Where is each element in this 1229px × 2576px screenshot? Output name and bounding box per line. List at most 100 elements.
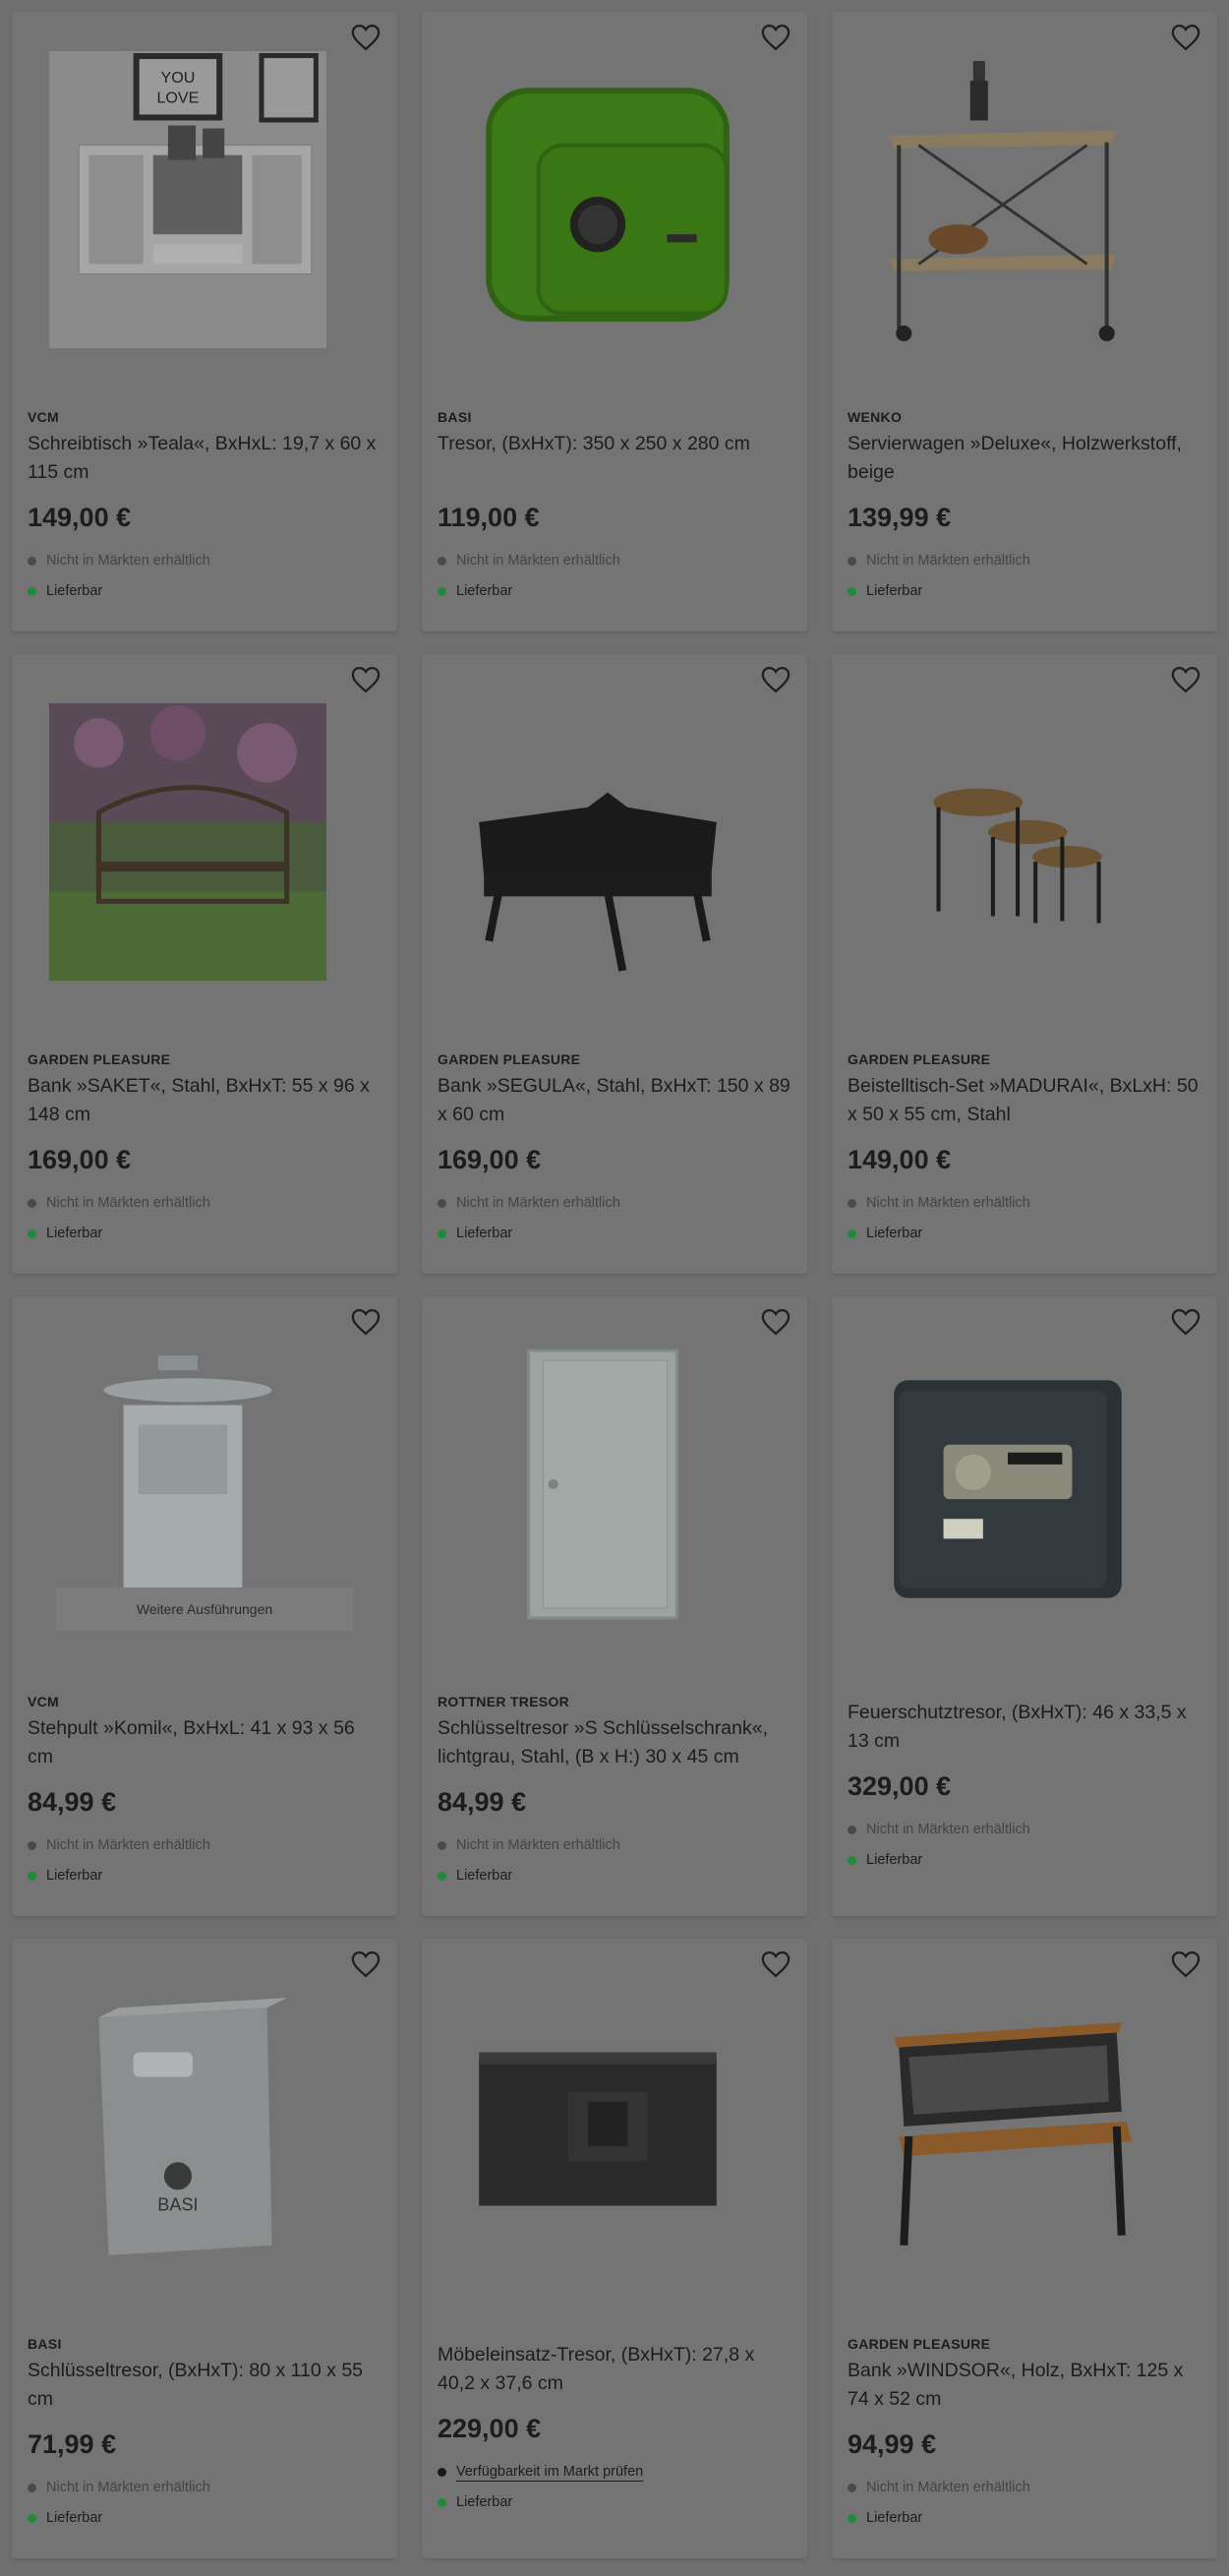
key-cabinet-image[interactable]	[449, 1336, 746, 1633]
product-price: 94,99 €	[848, 2429, 937, 2459]
availability-dot-icon	[848, 556, 856, 566]
availability-dot-icon	[438, 556, 446, 566]
availability-dot-icon	[28, 1840, 36, 1850]
product-title[interactable]: Schlüsseltresor, (BxHxT): 80 x 110 x 55 …	[28, 2357, 381, 2414]
product-title[interactable]: Möbeleinsatz-Tresor, (BxHxT): 27,8 x 40,…	[438, 2341, 791, 2398]
availability-dot-icon	[28, 2483, 36, 2492]
wishlist-heart-icon[interactable]	[1168, 662, 1203, 697]
wishlist-heart-icon[interactable]	[348, 1947, 383, 1982]
product-brand: GARDEN PLEASURE	[848, 2336, 991, 2352]
key-safe-image[interactable]: BASI	[39, 1978, 336, 2275]
delivery-text: Lieferbar	[46, 583, 103, 599]
product-card[interactable]: Weitere Ausführungen VCM Stehpult »Komil…	[12, 1296, 397, 1916]
product-title[interactable]: Schreibtisch »Teala«, BxHxL: 19,7 x 60 x…	[28, 430, 381, 487]
wishlist-heart-icon[interactable]	[348, 20, 383, 55]
product-title[interactable]: Bank »SAKET«, Stahl, BxHxT: 55 x 96 x 14…	[28, 1072, 381, 1129]
product-title[interactable]: Bank »SEGULA«, Stahl, BxHxT: 150 x 89 x …	[438, 1072, 791, 1129]
store-availability: Nicht in Märkten erhältlich	[848, 1193, 1201, 1213]
side-tables-image[interactable]	[859, 693, 1156, 990]
windsor-bench-image[interactable]	[859, 1978, 1156, 2275]
product-price: 84,99 €	[28, 1787, 117, 1817]
delivery-text: Lieferbar	[866, 1226, 923, 1241]
wishlist-heart-icon[interactable]	[758, 1304, 793, 1340]
product-card[interactable]: WENKO Servierwagen »Deluxe«, Holzwerksto…	[832, 12, 1217, 631]
wishlist-heart-icon[interactable]	[758, 20, 793, 55]
wishlist-heart-icon[interactable]	[758, 1947, 793, 1982]
delivery-dot-icon	[438, 1228, 446, 1238]
svg-text:BASI: BASI	[157, 2195, 198, 2215]
wishlist-heart-icon[interactable]	[1168, 20, 1203, 55]
garden-bench-photo[interactable]	[39, 693, 336, 990]
product-brand: GARDEN PLEASURE	[28, 1051, 171, 1067]
product-brand: WENKO	[848, 409, 903, 425]
green-safe-image[interactable]	[449, 51, 746, 348]
product-info: Feuerschutztresor, (BxHxT): 46 x 33,5 x …	[848, 1694, 1201, 1881]
product-card[interactable]: BASI BASI Schlüsseltresor, (BxHxT): 80 x…	[12, 1939, 397, 2558]
svg-text:LOVE: LOVE	[156, 89, 199, 106]
product-title[interactable]: Tresor, (BxHxT): 350 x 250 x 280 cm	[438, 430, 791, 487]
product-card[interactable]: GARDEN PLEASURE Bank »SEGULA«, Stahl, Bx…	[422, 654, 807, 1274]
wishlist-heart-icon[interactable]	[1168, 1947, 1203, 1982]
delivery-availability: Lieferbar	[28, 2508, 381, 2528]
product-title[interactable]: Bank »WINDSOR«, Holz, BxHxT: 125 x 74 x …	[848, 2357, 1201, 2414]
product-card[interactable]: GARDEN PLEASURE Beistelltisch-Set »MADUR…	[832, 654, 1217, 1274]
store-availability: Nicht in Märkten erhältlich	[28, 1193, 381, 1213]
store-availability-text: Nicht in Märkten erhältlich	[46, 2480, 210, 2495]
product-info: ROTTNER TRESOR Schlüsseltresor »S Schlüs…	[438, 1694, 791, 1896]
wall-desk-image[interactable]: YOU LOVE	[39, 51, 336, 348]
steel-bench-image[interactable]	[449, 693, 746, 990]
product-brand: GARDEN PLEASURE	[848, 1051, 991, 1067]
product-price: 229,00 €	[438, 2414, 542, 2443]
product-info: GARDEN PLEASURE Beistelltisch-Set »MADUR…	[848, 1051, 1201, 1254]
delivery-text: Lieferbar	[456, 583, 513, 599]
availability: Verfügbarkeit im Markt prüfen Lieferbar	[438, 2462, 791, 2512]
delivery-availability: Lieferbar	[28, 1224, 381, 1243]
more-variants-button[interactable]: Weitere Ausführungen	[56, 1588, 353, 1631]
serving-cart-image[interactable]	[859, 51, 1156, 348]
availability: Nicht in Märkten erhältlich Lieferbar	[438, 1835, 791, 1886]
availability: Nicht in Märkten erhältlich Lieferbar	[28, 551, 381, 601]
product-card[interactable]: YOU LOVE VCM Schreibtisch »Teala«, BxHxL…	[12, 12, 397, 631]
product-image	[894, 1380, 1122, 1598]
delivery-dot-icon	[848, 1228, 856, 1238]
delivery-availability: Lieferbar	[438, 2492, 791, 2512]
delivery-availability: Lieferbar	[28, 1866, 381, 1886]
availability: Nicht in Märkten erhältlich Lieferbar	[438, 1193, 791, 1243]
product-card[interactable]: BASI Tresor, (BxHxT): 350 x 250 x 280 cm…	[422, 12, 807, 631]
store-availability-text: Nicht in Märkten erhältlich	[46, 1837, 210, 1853]
product-price: 139,99 €	[848, 503, 952, 532]
fire-safe-image[interactable]	[859, 1336, 1156, 1633]
wishlist-heart-icon[interactable]	[758, 662, 793, 697]
product-card[interactable]: GARDEN PLEASURE Bank »WINDSOR«, Holz, Bx…	[832, 1939, 1217, 2558]
delivery-availability: Lieferbar	[438, 1866, 791, 1886]
product-price: 84,99 €	[438, 1787, 527, 1817]
delivery-dot-icon	[28, 2513, 36, 2523]
availability-dot-icon	[848, 2483, 856, 2492]
wishlist-heart-icon[interactable]	[1168, 1304, 1203, 1340]
delivery-availability: Lieferbar	[848, 1224, 1201, 1243]
product-card[interactable]: Möbeleinsatz-Tresor, (BxHxT): 27,8 x 40,…	[422, 1939, 807, 2558]
furniture-safe-image[interactable]	[449, 1978, 746, 2275]
product-title[interactable]: Servierwagen »Deluxe«, Holzwerkstoff, be…	[848, 430, 1201, 487]
product-card[interactable]: GARDEN PLEASURE Bank »SAKET«, Stahl, BxH…	[12, 654, 397, 1274]
product-title[interactable]: Schlüsseltresor »S Schlüsselschrank«, li…	[438, 1714, 791, 1771]
availability-dot-icon	[438, 1840, 446, 1850]
product-card[interactable]: ROTTNER TRESOR Schlüsseltresor »S Schlüs…	[422, 1296, 807, 1916]
wishlist-heart-icon[interactable]	[348, 1304, 383, 1340]
product-title[interactable]: Beistelltisch-Set »MADURAI«, BxLxH: 50 x…	[848, 1072, 1201, 1129]
check-store-availability-link[interactable]: Verfügbarkeit im Markt prüfen	[456, 2462, 643, 2482]
delivery-dot-icon	[28, 1228, 36, 1238]
product-brand: VCM	[28, 1694, 60, 1709]
store-availability-text: Nicht in Märkten erhältlich	[866, 1822, 1030, 1837]
product-title[interactable]: Feuerschutztresor, (BxHxT): 46 x 33,5 x …	[848, 1699, 1201, 1756]
product-title[interactable]: Stehpult »Komil«, BxHxL: 41 x 93 x 56 cm	[28, 1714, 381, 1771]
delivery-text: Lieferbar	[46, 1226, 103, 1241]
store-availability-text: Nicht in Märkten erhältlich	[456, 1837, 620, 1853]
product-brand: BASI	[438, 409, 472, 425]
availability-dot-icon	[848, 1198, 856, 1208]
store-availability[interactable]: Verfügbarkeit im Markt prüfen	[438, 2462, 791, 2482]
wishlist-heart-icon[interactable]	[348, 662, 383, 697]
product-card[interactable]: Feuerschutztresor, (BxHxT): 46 x 33,5 x …	[832, 1296, 1217, 1916]
delivery-dot-icon	[28, 1871, 36, 1881]
product-info: BASI Schlüsseltresor, (BxHxT): 80 x 110 …	[28, 2336, 381, 2539]
